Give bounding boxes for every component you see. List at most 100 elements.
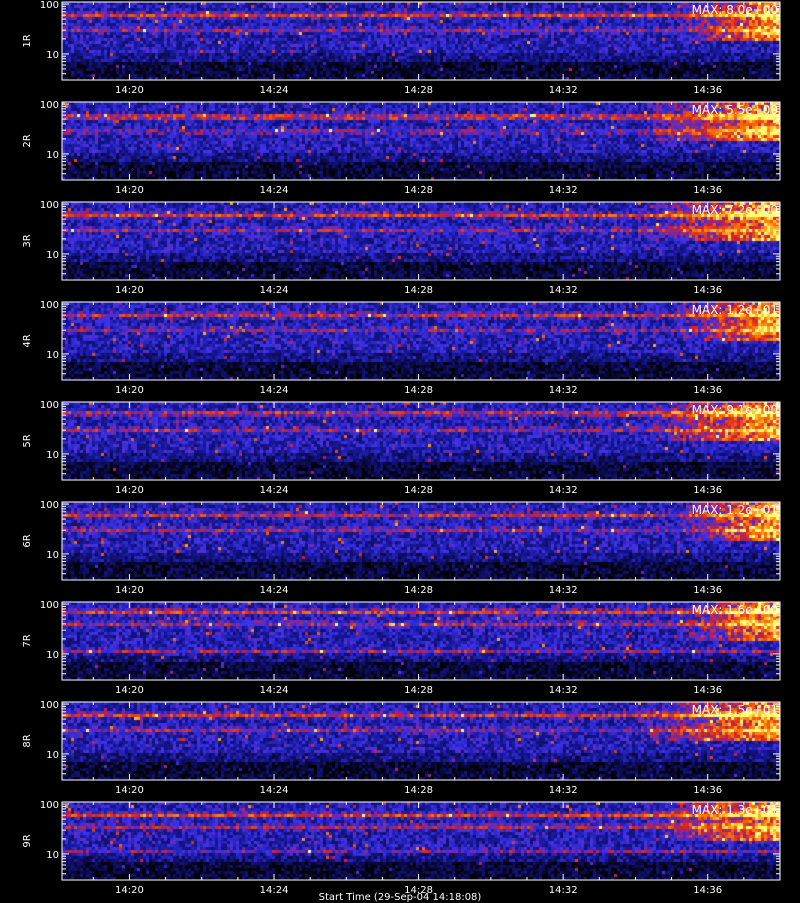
y-tick-label: 10 [46, 350, 59, 361]
x-tick-label: 14:20 [115, 285, 144, 296]
y-axis-label: 7R [22, 634, 33, 647]
heatmap-image [62, 802, 780, 880]
panel-1R: 100 10 14:20 14:24 14:28 14:32 14:36 1R MAX: 8.0… [22, 0, 781, 96]
x-tick-label: 14:20 [115, 685, 144, 696]
x-tick-label: 14:32 [549, 685, 578, 696]
y-tick-label: 100 [40, 100, 59, 111]
x-tick-label: 14:24 [260, 85, 289, 96]
x-axis-title: Start Time (29-Sep-04 14:18:08) [318, 892, 482, 903]
x-tick-label: 14:28 [404, 685, 433, 696]
x-tick-label: 14:36 [693, 85, 722, 96]
x-tick-label: 14:28 [404, 85, 433, 96]
max-label: MAX: 1.3e+01 [692, 803, 778, 817]
y-tick-label: 10 [46, 850, 59, 861]
heatmap-image [62, 2, 780, 80]
x-tick-label: 14:36 [693, 185, 722, 196]
y-tick-label: 100 [40, 300, 59, 311]
spectrogram-stack: 100 10 14:20 14:24 14:28 14:32 14:36 1R MAX: 8.0… [0, 0, 800, 900]
max-label: MAX: 1.2e+01 [692, 503, 778, 517]
x-tick-label: 14:24 [260, 685, 289, 696]
heatmap-cells [62, 302, 780, 380]
heatmap-cells [62, 602, 780, 680]
y-axis-label: 6R [22, 534, 33, 547]
x-tick-label: 14:28 [404, 785, 433, 796]
y-axis-label: 1R [22, 34, 33, 47]
heatmap-cells [62, 202, 780, 280]
y-tick-label: 10 [46, 250, 59, 261]
y-tick-label: 10 [46, 750, 59, 761]
max-label: MAX: 1.2e+01 [692, 303, 778, 317]
panel-8R: 100 10 14:20 14:24 14:28 14:32 14:36 8R MAX: 1.5… [22, 700, 781, 796]
heatmap-image [62, 602, 780, 680]
x-tick-label: 14:20 [115, 785, 144, 796]
x-tick-label: 14:32 [549, 385, 578, 396]
max-label: MAX: 1.6e+00 [692, 603, 778, 617]
max-label: MAX: 1.5e+01 [692, 703, 778, 717]
panel-2R: 100 10 14:20 14:24 14:28 14:32 14:36 2R MAX: 5.5… [22, 100, 781, 196]
heatmap-image [62, 202, 780, 280]
x-tick-label: 14:36 [693, 585, 722, 596]
y-tick-label: 100 [40, 800, 59, 811]
y-tick-label: 100 [40, 500, 59, 511]
panel-4R: 100 10 14:20 14:24 14:28 14:32 14:36 4R MAX: 1.2… [22, 300, 781, 396]
x-tick-label: 14:36 [693, 685, 722, 696]
x-tick-label: 14:36 [693, 285, 722, 296]
x-tick-label: 14:32 [549, 785, 578, 796]
heatmap-cells [62, 802, 780, 880]
x-tick-label: 14:24 [260, 485, 289, 496]
x-tick-label: 14:32 [549, 185, 578, 196]
heatmap-cells [62, 702, 780, 780]
panel-7R: 100 10 14:20 14:24 14:28 14:32 14:36 7R MAX: 1.6… [22, 600, 781, 696]
y-tick-label: 10 [46, 450, 59, 461]
heatmap-image [62, 102, 780, 180]
x-tick-label: 14:32 [549, 285, 578, 296]
y-tick-label: 10 [46, 50, 59, 61]
x-tick-label: 14:20 [115, 85, 144, 96]
x-tick-label: 14:36 [693, 785, 722, 796]
x-tick-label: 14:20 [115, 585, 144, 596]
heatmap-cells [62, 402, 780, 480]
y-tick-label: 100 [40, 0, 59, 11]
y-axis-label: 3R [22, 234, 33, 247]
x-tick-label: 14:20 [115, 185, 144, 196]
x-tick-label: 14:24 [260, 385, 289, 396]
y-tick-label: 10 [46, 650, 59, 661]
max-label: MAX: 7.2e+00 [692, 203, 778, 217]
x-tick-label: 14:24 [260, 785, 289, 796]
max-label: MAX: 9.1e+00 [692, 403, 778, 417]
panel-5R: 100 10 14:20 14:24 14:28 14:32 14:36 5R MAX: 9.1… [22, 400, 781, 496]
x-tick-label: 14:28 [404, 185, 433, 196]
heatmap-image [62, 402, 780, 480]
y-tick-label: 100 [40, 600, 59, 611]
y-tick-label: 100 [40, 700, 59, 711]
panel-6R: 100 10 14:20 14:24 14:28 14:32 14:36 6R MAX: 1.2… [22, 500, 781, 596]
x-tick-label: 14:28 [404, 285, 433, 296]
y-axis-label: 5R [22, 434, 33, 447]
x-tick-label: 14:36 [693, 485, 722, 496]
y-axis-label: 2R [22, 134, 33, 147]
x-tick-label: 14:24 [260, 585, 289, 596]
y-tick-label: 100 [40, 400, 59, 411]
heatmap-image [62, 302, 780, 380]
max-label: MAX: 8.0e+00 [692, 3, 778, 17]
x-tick-label: 14:32 [549, 485, 578, 496]
heatmap-image [62, 702, 780, 780]
heatmap-cells [62, 102, 780, 180]
x-tick-label: 14:28 [404, 585, 433, 596]
x-tick-label: 14:32 [549, 585, 578, 596]
x-tick-label: 14:28 [404, 385, 433, 396]
y-axis-label: 4R [22, 334, 33, 347]
y-tick-label: 10 [46, 150, 59, 161]
heatmap-image [62, 502, 780, 580]
x-tick-label: 14:20 [115, 485, 144, 496]
x-tick-label: 14:24 [260, 285, 289, 296]
x-tick-label: 14:32 [549, 85, 578, 96]
y-axis-label: 8R [22, 734, 33, 747]
x-tick-label: 14:20 [115, 385, 144, 396]
max-label: MAX: 5.5e+00 [692, 103, 778, 117]
heatmap-cells [62, 502, 780, 580]
x-tick-label: 14:24 [260, 185, 289, 196]
y-tick-label: 10 [46, 550, 59, 561]
y-axis-label: 9R [22, 834, 33, 847]
x-tick-label: 14:36 [693, 385, 722, 396]
